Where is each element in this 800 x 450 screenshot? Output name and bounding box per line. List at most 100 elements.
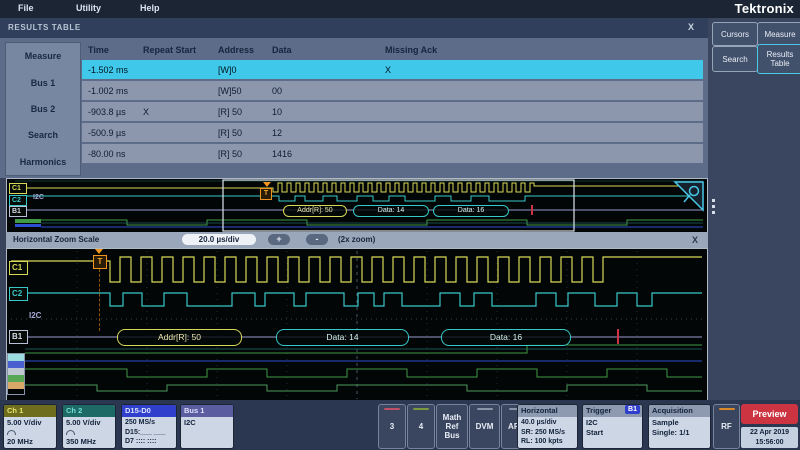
date-label: 22 Apr 2019: [750, 429, 789, 436]
table-row[interactable]: -500.9 µs [R] 50 12: [82, 123, 703, 142]
results-tab-bus1[interactable]: Bus 1: [6, 78, 80, 88]
ch2-label: Ch 2: [63, 405, 115, 417]
table-row[interactable]: -80.00 ns [R] 50 1416: [82, 144, 703, 163]
measure-button[interactable]: Measure: [757, 22, 800, 46]
acquisition-label: Acquisition: [649, 405, 710, 417]
dvm-label: DVM: [476, 422, 494, 431]
decode-data-14: Data: 14: [276, 329, 409, 346]
ch3-label: 3: [390, 422, 394, 431]
dvm-button[interactable]: DVM: [469, 404, 500, 449]
table-row[interactable]: -1.502 ms [W]0 X: [82, 60, 703, 79]
cell-data: 12: [272, 128, 385, 138]
table-row[interactable]: -1.002 ms [W]50 00: [82, 81, 703, 100]
waveform-menu-dots-icon[interactable]: [710, 196, 716, 217]
trigger-arrow-icon: [95, 249, 103, 254]
cursors-button[interactable]: Cursors: [712, 22, 758, 46]
ch1-badge[interactable]: Ch 1 5.00 V/div 20 MHz: [3, 404, 57, 449]
decode-data-16: Data: 16: [433, 205, 509, 217]
bus-tag-b1[interactable]: B1: [9, 330, 28, 344]
menu-file[interactable]: File: [18, 3, 34, 13]
waveform-overview[interactable]: C1 C2 B1 I2C T Addr[R]: 50 Data: 14 Data…: [6, 178, 708, 234]
results-close-icon[interactable]: X: [688, 22, 694, 32]
table-row[interactable]: -903.8 µs X [R] 50 10: [82, 102, 703, 121]
col-address: Address: [218, 45, 272, 55]
digital-badge[interactable]: D15-D0 250 MS/s D15:___ ___ D7 :::: ::::: [121, 404, 177, 449]
col-missing-ack: Missing Ack: [385, 45, 703, 55]
ch4-label: 4: [419, 422, 423, 431]
oscilloscope-screen: File Utility Help Tektronix RESULTS TABL…: [0, 0, 800, 450]
datetime-display: 22 Apr 2019 15:56:00: [741, 427, 798, 448]
math-ref-bus-button[interactable]: Math Ref Bus: [436, 404, 468, 449]
ch1-scale: 5.00 V/div: [7, 418, 42, 427]
decode-data-14: Data: 14: [353, 205, 429, 217]
cell-time: -1.502 ms: [88, 65, 143, 75]
horizontal-scale: 40.0 µs/div: [521, 419, 557, 426]
math-ref-bus-label: Math Ref Bus: [439, 413, 465, 440]
cell-time: -903.8 µs: [88, 107, 143, 117]
preview-button[interactable]: Preview: [741, 404, 798, 424]
cell-repeat: X: [143, 107, 218, 117]
search-button[interactable]: Search: [712, 46, 758, 72]
zoom-bar-label: Horizontal Zoom Scale: [13, 235, 99, 244]
cell-address: [R] 50: [218, 128, 272, 138]
zoom-scale-value[interactable]: 20.0 µs/div: [182, 234, 256, 245]
acquisition-mode: Sample: [652, 418, 679, 427]
channel-tag-c2[interactable]: C2: [9, 287, 28, 301]
results-table: Time Repeat Start Address Data Missing A…: [82, 40, 703, 165]
ch3-button[interactable]: 3: [378, 404, 406, 449]
probe-icon: [66, 430, 75, 435]
trigger-arrow-icon: [263, 182, 271, 187]
bottom-status-bar: Ch 1 5.00 V/div 20 MHz Ch 2 5.00 V/div 3…: [0, 400, 800, 450]
channel-tag-c1[interactable]: C1: [9, 183, 27, 194]
digital-group-label[interactable]: [7, 353, 25, 395]
cell-time: -500.9 µs: [88, 128, 143, 138]
ch2-badge[interactable]: Ch 2 5.00 V/div 350 MHz: [62, 404, 116, 449]
channel-tag-c1[interactable]: C1: [9, 261, 28, 275]
table-header: Time Repeat Start Address Data Missing A…: [82, 40, 703, 60]
results-tab-bus2[interactable]: Bus 2: [6, 104, 80, 114]
bus1-badge[interactable]: Bus 1 I2C: [180, 404, 234, 449]
trigger-marker[interactable]: T: [260, 188, 272, 200]
col-repeat-start: Repeat Start: [143, 45, 218, 55]
zoom-out-button[interactable]: -: [306, 234, 328, 245]
cell-ack: X: [385, 65, 703, 75]
acquisition-panel[interactable]: Acquisition Sample Single: 1/1: [648, 404, 711, 449]
right-rail: Cursors Measure Search Results Table: [708, 18, 800, 400]
rf-button[interactable]: RF: [713, 404, 740, 449]
ch4-button[interactable]: 4: [407, 404, 435, 449]
results-tab-measure[interactable]: Measure: [6, 51, 80, 61]
results-tab-harmonics[interactable]: Harmonics: [6, 157, 80, 167]
horizontal-zoom-bar: Horizontal Zoom Scale 20.0 µs/div + - (2…: [6, 232, 708, 248]
results-tab-search[interactable]: Search: [6, 130, 80, 140]
col-data: Data: [272, 45, 385, 55]
cell-data: 00: [272, 86, 385, 96]
zoom-in-button[interactable]: +: [268, 234, 290, 245]
zoom-factor-label: (2x zoom): [338, 235, 375, 244]
bus-type-label: I2C: [33, 194, 44, 201]
ch1-label: Ch 1: [4, 405, 56, 417]
bus-tag-b1[interactable]: B1: [9, 206, 27, 217]
cell-time: -1.002 ms: [88, 86, 143, 96]
stop-marker: [617, 329, 619, 344]
trigger-marker[interactable]: T: [93, 255, 107, 269]
acquisition-status: Single: 1/1: [652, 428, 690, 437]
menu-utility[interactable]: Utility: [76, 3, 101, 13]
zoom-bar-close-icon[interactable]: X: [692, 235, 698, 245]
bus1-type: I2C: [184, 418, 196, 427]
probe-icon: [7, 430, 16, 435]
channel-tag-c2[interactable]: C2: [9, 195, 27, 206]
cell-data: 10: [272, 107, 385, 117]
bus-type-label: I2C: [29, 311, 41, 320]
ch1-bandwidth: 20 MHz: [7, 437, 33, 446]
trigger-panel[interactable]: Trigger B1 I2C Start: [582, 404, 643, 449]
menu-help[interactable]: Help: [140, 3, 160, 13]
horizontal-panel[interactable]: Horizontal 40.0 µs/div SR: 250 MS/s RL: …: [517, 404, 578, 449]
rf-label: RF: [721, 422, 732, 431]
bus1-label: Bus 1: [181, 405, 233, 417]
trigger-source-chip: B1: [625, 405, 640, 414]
trigger-line: [99, 269, 100, 331]
results-table-button[interactable]: Results Table: [757, 44, 800, 74]
waveform-zoom-view[interactable]: T C1 C2 B1 I2C Addr[R]: 50 Data: 14 Data…: [6, 248, 708, 402]
decode-addr: Addr[R]: 50: [283, 205, 347, 217]
digital-label: D15-D0: [122, 405, 176, 417]
